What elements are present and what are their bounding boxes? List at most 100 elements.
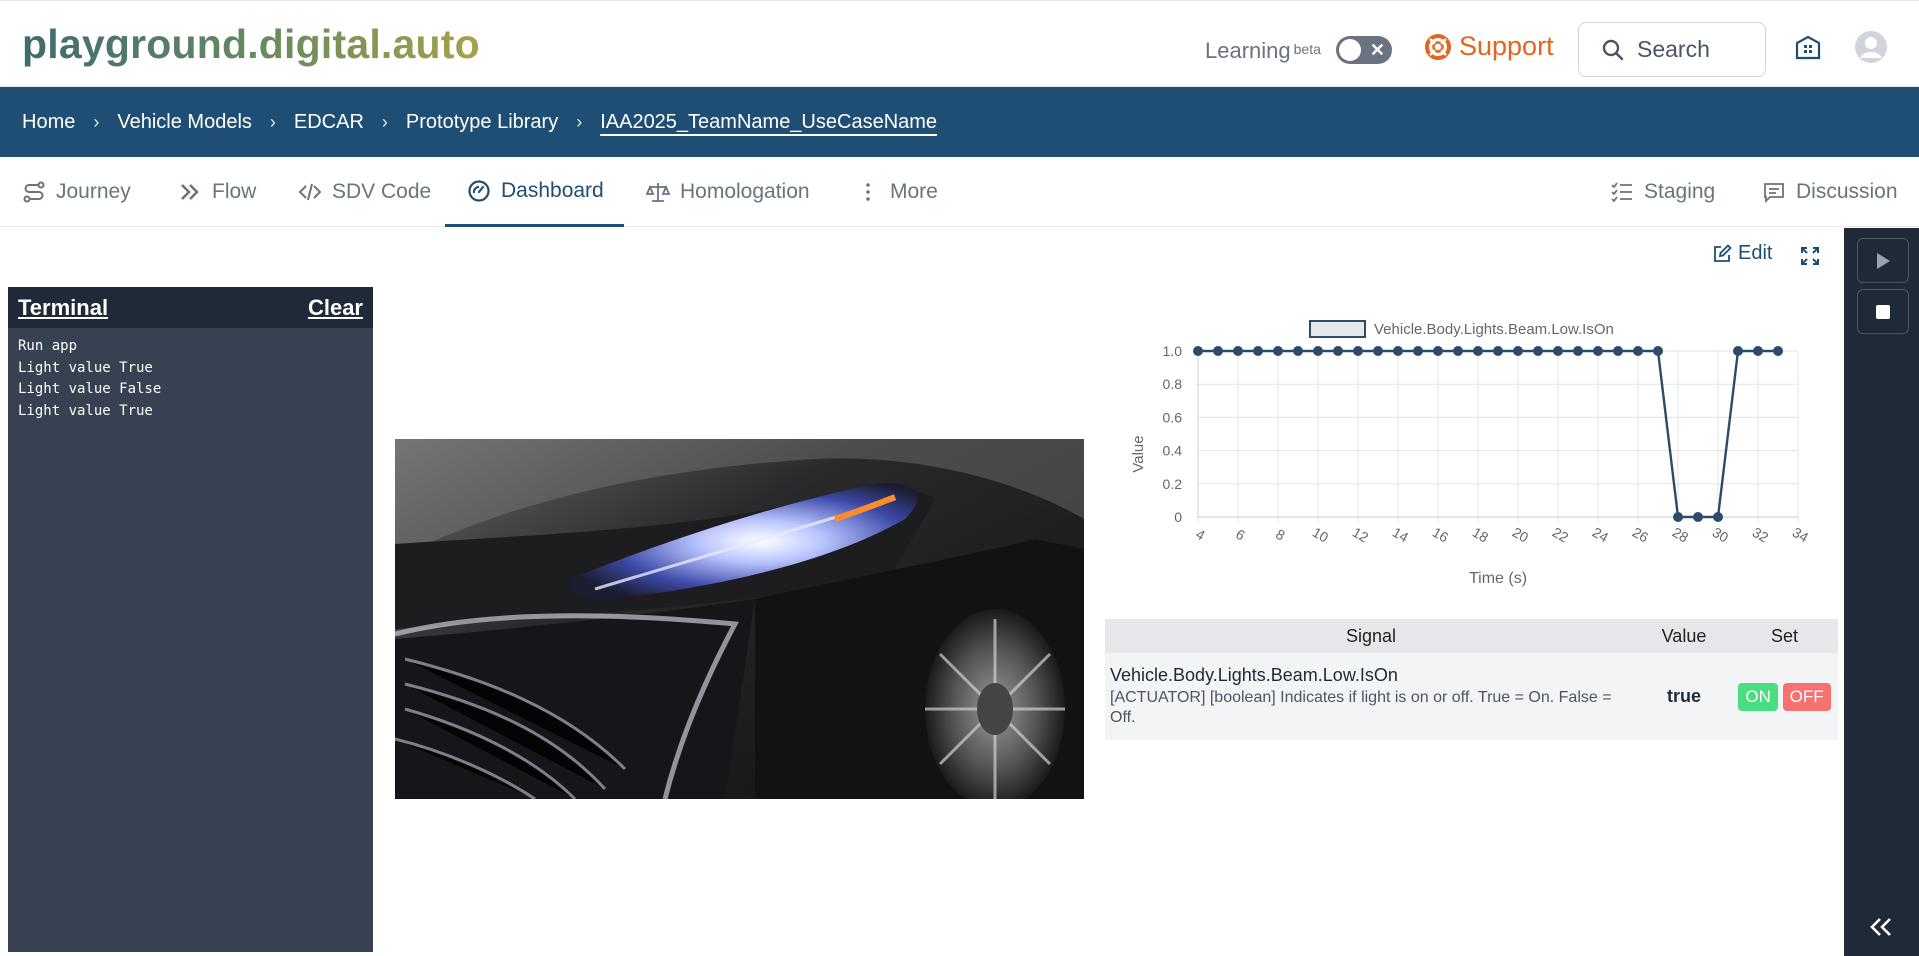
tab-flow[interactable]: Flow bbox=[178, 157, 256, 227]
data-point[interactable] bbox=[1433, 346, 1443, 356]
x-tick-label: 34 bbox=[1790, 524, 1810, 546]
collapse-icon[interactable] bbox=[1868, 916, 1894, 938]
x-tick-label: 8 bbox=[1273, 526, 1288, 544]
tab-sdv-code[interactable]: SDV Code bbox=[298, 157, 431, 227]
y-tick-label: 1.0 bbox=[1163, 343, 1183, 359]
data-point[interactable] bbox=[1253, 346, 1263, 356]
data-point[interactable] bbox=[1453, 346, 1463, 356]
learning-toggle[interactable]: ✕ bbox=[1336, 36, 1392, 64]
series-points bbox=[1193, 346, 1783, 522]
x-tick-label: 16 bbox=[1430, 524, 1452, 546]
logo[interactable]: playground.digital.auto bbox=[22, 21, 480, 68]
tab-sdv-code-label: SDV Code bbox=[332, 180, 432, 203]
data-point[interactable] bbox=[1733, 346, 1743, 356]
chevron-right-icon: › bbox=[381, 111, 388, 132]
chevron-right-icon: › bbox=[576, 111, 583, 132]
learning-text: Learning bbox=[1205, 38, 1291, 63]
top-bar: playground.digital.auto Learning beta ✕ S… bbox=[0, 0, 1919, 87]
tab-bar: Journey Flow SDV Code Dashboard Homologa… bbox=[0, 157, 1919, 227]
on-button[interactable]: ON bbox=[1738, 682, 1778, 711]
data-point[interactable] bbox=[1413, 346, 1423, 356]
data-point[interactable] bbox=[1273, 346, 1283, 356]
line-chart: 4 6 8 10 12 14 16 18 20 22 24 26 28 30 32 34 0 0.2 0.4 0.6… bbox=[1130, 320, 1811, 587]
fullscreen-icon[interactable] bbox=[1800, 246, 1820, 266]
signal-description: [ACTUATOR] [boolean] Indicates if light … bbox=[1110, 689, 1612, 726]
stop-button[interactable] bbox=[1857, 289, 1909, 334]
breadcrumb-prototype-library[interactable]: Prototype Library bbox=[406, 111, 558, 134]
terminal-title: Terminal bbox=[18, 294, 109, 320]
data-point[interactable] bbox=[1333, 346, 1343, 356]
table-row: Vehicle.Body.Lights.Beam.Low.IsOn [ACTUA… bbox=[1105, 653, 1838, 740]
support-button[interactable]: Support bbox=[1425, 31, 1554, 62]
data-point[interactable] bbox=[1593, 346, 1603, 356]
data-point[interactable] bbox=[1353, 346, 1363, 356]
data-point[interactable] bbox=[1213, 346, 1223, 356]
tab-homologation[interactable]: Homologation bbox=[646, 157, 810, 227]
signal-chart: 4 6 8 10 12 14 16 18 20 22 24 26 28 30 32 34 0 0.2 0.4 0.6… bbox=[1110, 310, 1811, 600]
legend-swatch[interactable] bbox=[1309, 320, 1366, 338]
tab-dashboard[interactable]: Dashboard bbox=[445, 157, 624, 227]
tab-staging[interactable]: Staging bbox=[1610, 157, 1715, 227]
beta-badge: beta bbox=[1293, 41, 1321, 57]
dashboard-toolbar: Edit bbox=[0, 228, 1844, 284]
avatar[interactable] bbox=[1855, 31, 1887, 63]
tab-staging-label: Staging bbox=[1644, 180, 1716, 203]
y-tick-label: 0.2 bbox=[1163, 476, 1183, 492]
data-point[interactable] bbox=[1613, 346, 1623, 356]
y-tick-label: 0.6 bbox=[1163, 409, 1183, 425]
legend-label: Vehicle.Body.Lights.Beam.Low.IsOn bbox=[1374, 321, 1614, 338]
data-point[interactable] bbox=[1693, 512, 1703, 522]
column-header-value: Value bbox=[1637, 619, 1731, 653]
data-point[interactable] bbox=[1293, 346, 1303, 356]
toggle-knob bbox=[1339, 39, 1361, 61]
data-point[interactable] bbox=[1473, 346, 1483, 356]
data-point[interactable] bbox=[1753, 346, 1763, 356]
data-point[interactable] bbox=[1193, 346, 1203, 356]
tab-discussion[interactable]: Discussion bbox=[1762, 157, 1898, 227]
x-tick-label: 24 bbox=[1590, 524, 1612, 546]
stop-icon bbox=[1876, 304, 1890, 319]
breadcrumb-model[interactable]: EDCAR bbox=[294, 111, 364, 134]
x-tick-label: 20 bbox=[1510, 524, 1532, 546]
scale-icon bbox=[646, 183, 670, 202]
data-point[interactable] bbox=[1713, 512, 1723, 522]
breadcrumb-home[interactable]: Home bbox=[22, 111, 75, 134]
tab-flow-label: Flow bbox=[212, 180, 257, 203]
y-tick-label: 0.4 bbox=[1163, 443, 1183, 459]
x-tick-label: 4 bbox=[1193, 526, 1208, 544]
tab-more[interactable]: More bbox=[856, 157, 938, 227]
x-tick-label: 10 bbox=[1310, 524, 1332, 546]
run-button[interactable] bbox=[1857, 238, 1909, 283]
clear-button[interactable]: Clear bbox=[308, 295, 363, 321]
data-point[interactable] bbox=[1773, 346, 1783, 356]
data-point[interactable] bbox=[1573, 346, 1583, 356]
breadcrumb-vehicle-models[interactable]: Vehicle Models bbox=[117, 111, 252, 134]
search-box[interactable]: Search bbox=[1578, 22, 1766, 77]
data-point[interactable] bbox=[1633, 346, 1643, 356]
data-point[interactable] bbox=[1513, 346, 1523, 356]
breadcrumb-prototype[interactable]: IAA2025_TeamName_UseCaseName bbox=[600, 111, 937, 134]
off-button[interactable]: OFF bbox=[1782, 682, 1831, 711]
message-icon bbox=[1764, 183, 1784, 204]
data-point[interactable] bbox=[1533, 346, 1543, 356]
x-tick-label: 30 bbox=[1710, 524, 1732, 546]
tab-journey-label: Journey bbox=[56, 180, 131, 203]
terminal-line: Light value True bbox=[18, 402, 153, 419]
data-point[interactable] bbox=[1393, 346, 1403, 356]
x-ticks: 4 6 8 10 12 14 16 18 20 22 24 26 28 30 32 34 bbox=[1193, 524, 1811, 546]
data-point[interactable] bbox=[1233, 346, 1243, 356]
data-point[interactable] bbox=[1553, 346, 1563, 356]
tab-journey[interactable]: Journey bbox=[22, 157, 131, 227]
data-point[interactable] bbox=[1493, 346, 1503, 356]
data-point[interactable] bbox=[1653, 346, 1663, 356]
chart-grid bbox=[1197, 350, 1799, 523]
tab-dashboard-label: Dashboard bbox=[501, 178, 604, 202]
data-point[interactable] bbox=[1673, 512, 1683, 522]
checklist-icon bbox=[1611, 182, 1632, 203]
close-icon: ✕ bbox=[1369, 40, 1385, 60]
data-point[interactable] bbox=[1373, 346, 1383, 356]
data-point[interactable] bbox=[1313, 346, 1323, 356]
x-tick-label: 6 bbox=[1233, 526, 1248, 544]
building-icon[interactable] bbox=[1794, 33, 1822, 61]
edit-button[interactable]: Edit bbox=[1712, 242, 1772, 265]
